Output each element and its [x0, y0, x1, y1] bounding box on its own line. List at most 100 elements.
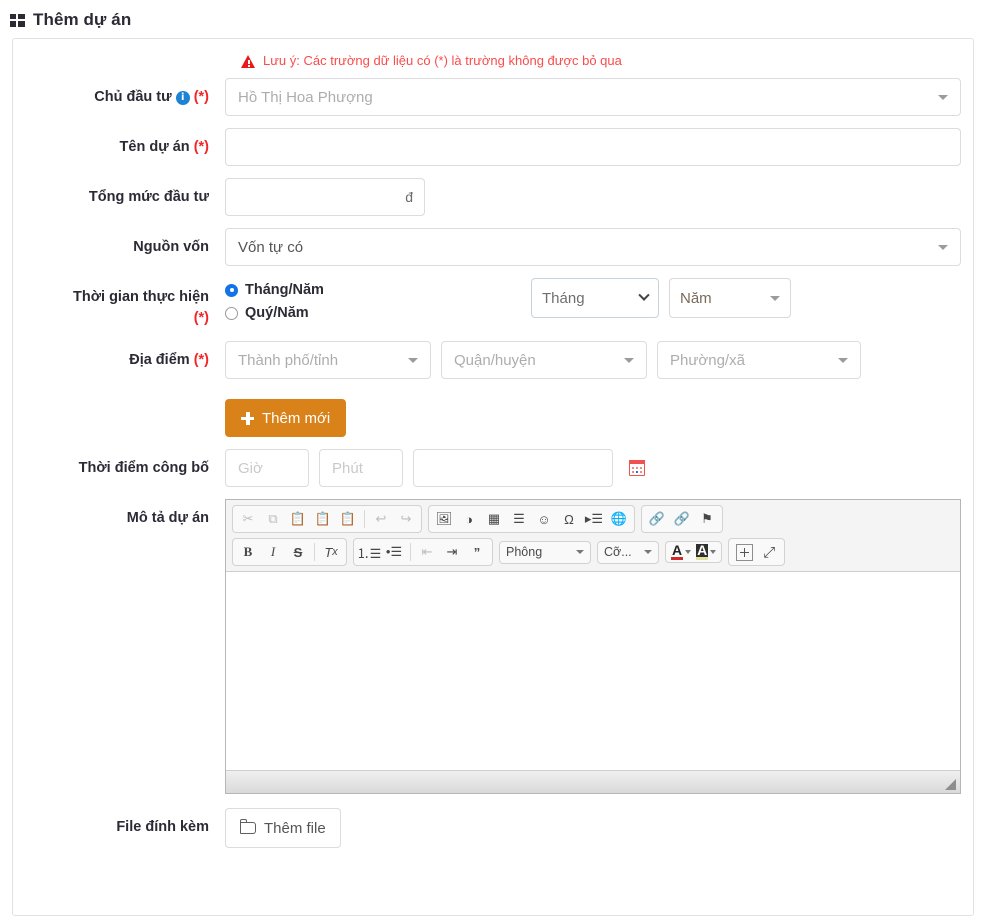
- paste-text-icon[interactable]: 📋: [311, 508, 335, 530]
- calendar-icon[interactable]: [629, 460, 645, 477]
- font-family-combo[interactable]: Phông: [499, 540, 591, 564]
- capital-source-select[interactable]: Vốn tự có: [225, 228, 961, 266]
- chevron-down-icon: [938, 244, 948, 250]
- required-mark: (*): [193, 89, 209, 105]
- background-color-icon: A: [696, 542, 709, 561]
- ward-select[interactable]: Phường/xã: [657, 341, 861, 380]
- row-description: Mô tả dự án ✂ ⧉ 📋 📋 📋 ↩ ↪ 🖼 ◑ ▦ ☰ ☺ Ω ▸☰…: [13, 499, 973, 795]
- label-investor: Chủ đầu tư i (*): [94, 89, 209, 105]
- editor-toolbar-row-1: ✂ ⧉ 📋 📋 📋 ↩ ↪ 🖼 ◑ ▦ ☰ ☺ Ω ▸☰ 🌐 🔗 🔗 ⚑: [226, 500, 960, 539]
- editor-footer: [226, 771, 960, 794]
- radio-quarter-year[interactable]: Quý/Năm: [225, 305, 521, 321]
- radio-indicator[interactable]: [225, 306, 238, 320]
- undo-icon[interactable]: ↩: [369, 508, 393, 530]
- month-select[interactable]: Tháng: [531, 278, 659, 318]
- investor-select-value: Hồ Thị Hoa Phượng: [238, 88, 373, 106]
- grid-icon: [10, 13, 25, 27]
- background-color-button[interactable]: A: [694, 542, 718, 561]
- indent-icon[interactable]: ⇥: [440, 541, 464, 563]
- flash-icon[interactable]: ◑: [457, 508, 481, 530]
- radio-indicator[interactable]: [225, 283, 238, 297]
- row-implementation-time: Thời gian thực hiện (*) Tháng/Năm Quý/Nă…: [13, 278, 973, 329]
- row-investor: Chủ đầu tư i (*) Hồ Thị Hoa Phượng: [13, 78, 973, 116]
- chevron-down-icon: [576, 550, 584, 555]
- row-attachment: File đính kèm Thêm file: [13, 808, 973, 849]
- bulleted-list-icon[interactable]: •☰: [382, 541, 406, 563]
- paste-word-icon[interactable]: 📋: [336, 508, 360, 530]
- maximize-icon[interactable]: ⤢: [757, 541, 781, 563]
- link-group: 🔗 🔗 ⚑: [641, 505, 723, 534]
- strikethrough-icon[interactable]: S: [286, 541, 310, 563]
- outdent-icon[interactable]: ⇤: [415, 541, 439, 563]
- bold-icon[interactable]: B: [236, 541, 260, 563]
- link-icon[interactable]: 🔗: [645, 508, 669, 530]
- numbered-list-icon[interactable]: ⒈☰: [357, 541, 382, 563]
- editor-content-area[interactable]: [226, 571, 960, 772]
- add-file-label: Thêm file: [264, 819, 326, 837]
- unlink-icon[interactable]: 🔗: [670, 508, 694, 530]
- text-color-button[interactable]: A: [669, 543, 693, 561]
- copy-icon[interactable]: ⧉: [261, 508, 285, 530]
- cut-icon[interactable]: ✂: [236, 508, 260, 530]
- plus-icon: [241, 411, 254, 425]
- label-location: Địa điểm (*): [129, 352, 209, 369]
- required-mark: (*): [193, 352, 209, 369]
- add-location-label: Thêm mới: [262, 409, 331, 427]
- anchor-icon[interactable]: ⚑: [695, 508, 719, 530]
- label-project-name: Tên dự án (*): [119, 139, 209, 155]
- form-panel: Lưu ý: Các trường dữ liệu có (*) là trườ…: [12, 38, 974, 916]
- project-name-input[interactable]: [225, 128, 961, 166]
- insert-group: 🖼 ◑ ▦ ☰ ☺ Ω ▸☰ 🌐: [428, 505, 635, 534]
- province-select-value: Thành phố/tỉnh: [238, 351, 339, 369]
- minute-input[interactable]: [319, 449, 403, 488]
- iframe-icon[interactable]: 🌐: [607, 508, 631, 530]
- chevron-down-icon: [770, 295, 780, 301]
- table-icon[interactable]: ▦: [482, 508, 506, 530]
- special-character-icon[interactable]: Ω: [557, 508, 581, 530]
- label-announce-time: Thời điểm công bố: [78, 460, 209, 477]
- page-break-icon[interactable]: ▸☰: [582, 508, 606, 530]
- font-size-combo[interactable]: Cỡ...: [597, 540, 659, 564]
- redo-icon[interactable]: ↪: [394, 508, 418, 530]
- rich-text-editor: ✂ ⧉ 📋 📋 📋 ↩ ↪ 🖼 ◑ ▦ ☰ ☺ Ω ▸☰ 🌐 🔗 🔗 ⚑ B I…: [225, 499, 961, 795]
- font-size-label: Cỡ...: [604, 545, 632, 560]
- show-blocks-icon[interactable]: [732, 541, 756, 563]
- radio-quarter-year-label: Quý/Năm: [245, 305, 309, 321]
- label-implementation-time: Thời gian thực hiện (*): [72, 289, 209, 327]
- blockquote-icon[interactable]: ”: [465, 541, 489, 563]
- chevron-down-icon: [624, 357, 634, 363]
- investor-select[interactable]: Hồ Thị Hoa Phượng: [225, 78, 961, 116]
- total-investment-input[interactable]: [225, 178, 425, 216]
- clipboard-group: ✂ ⧉ 📋 📋 📋 ↩ ↪: [232, 505, 422, 534]
- resize-grip-icon[interactable]: [945, 779, 956, 791]
- chevron-down-icon: [938, 94, 948, 100]
- color-group: A A: [665, 541, 723, 564]
- district-select-value: Quận/huyện: [454, 351, 536, 369]
- label-total-investment: Tổng mức đầu tư: [88, 189, 209, 205]
- image-icon[interactable]: 🖼: [432, 508, 456, 530]
- label-attachment: File đính kèm: [116, 819, 209, 836]
- required-mark: (*): [193, 310, 209, 327]
- month-select-value: Tháng: [542, 289, 585, 307]
- label-description: Mô tả dự án: [126, 510, 209, 527]
- horizontal-rule-icon[interactable]: ☰: [507, 508, 531, 530]
- remove-format-icon[interactable]: Tx: [319, 541, 343, 563]
- chevron-down-icon: [710, 550, 717, 555]
- radio-month-year-label: Tháng/Năm: [245, 282, 324, 298]
- radio-month-year[interactable]: Tháng/Năm: [225, 282, 521, 298]
- required-mark: (*): [193, 139, 209, 155]
- chevron-down-icon: [408, 357, 418, 363]
- date-input[interactable]: [413, 449, 613, 488]
- info-icon[interactable]: i: [175, 91, 190, 105]
- district-select[interactable]: Quận/huyện: [441, 341, 647, 380]
- paste-icon[interactable]: 📋: [286, 508, 310, 530]
- add-location-button[interactable]: Thêm mới: [225, 399, 347, 438]
- page-header: Thêm dự án: [0, 0, 984, 38]
- province-select[interactable]: Thành phố/tỉnh: [225, 341, 431, 380]
- tools-group: ⤢: [728, 538, 786, 567]
- year-select[interactable]: Năm: [669, 278, 791, 318]
- hour-input[interactable]: [225, 449, 309, 488]
- smiley-icon[interactable]: ☺: [532, 508, 556, 530]
- italic-icon[interactable]: I: [261, 541, 285, 563]
- add-file-button[interactable]: Thêm file: [225, 808, 341, 849]
